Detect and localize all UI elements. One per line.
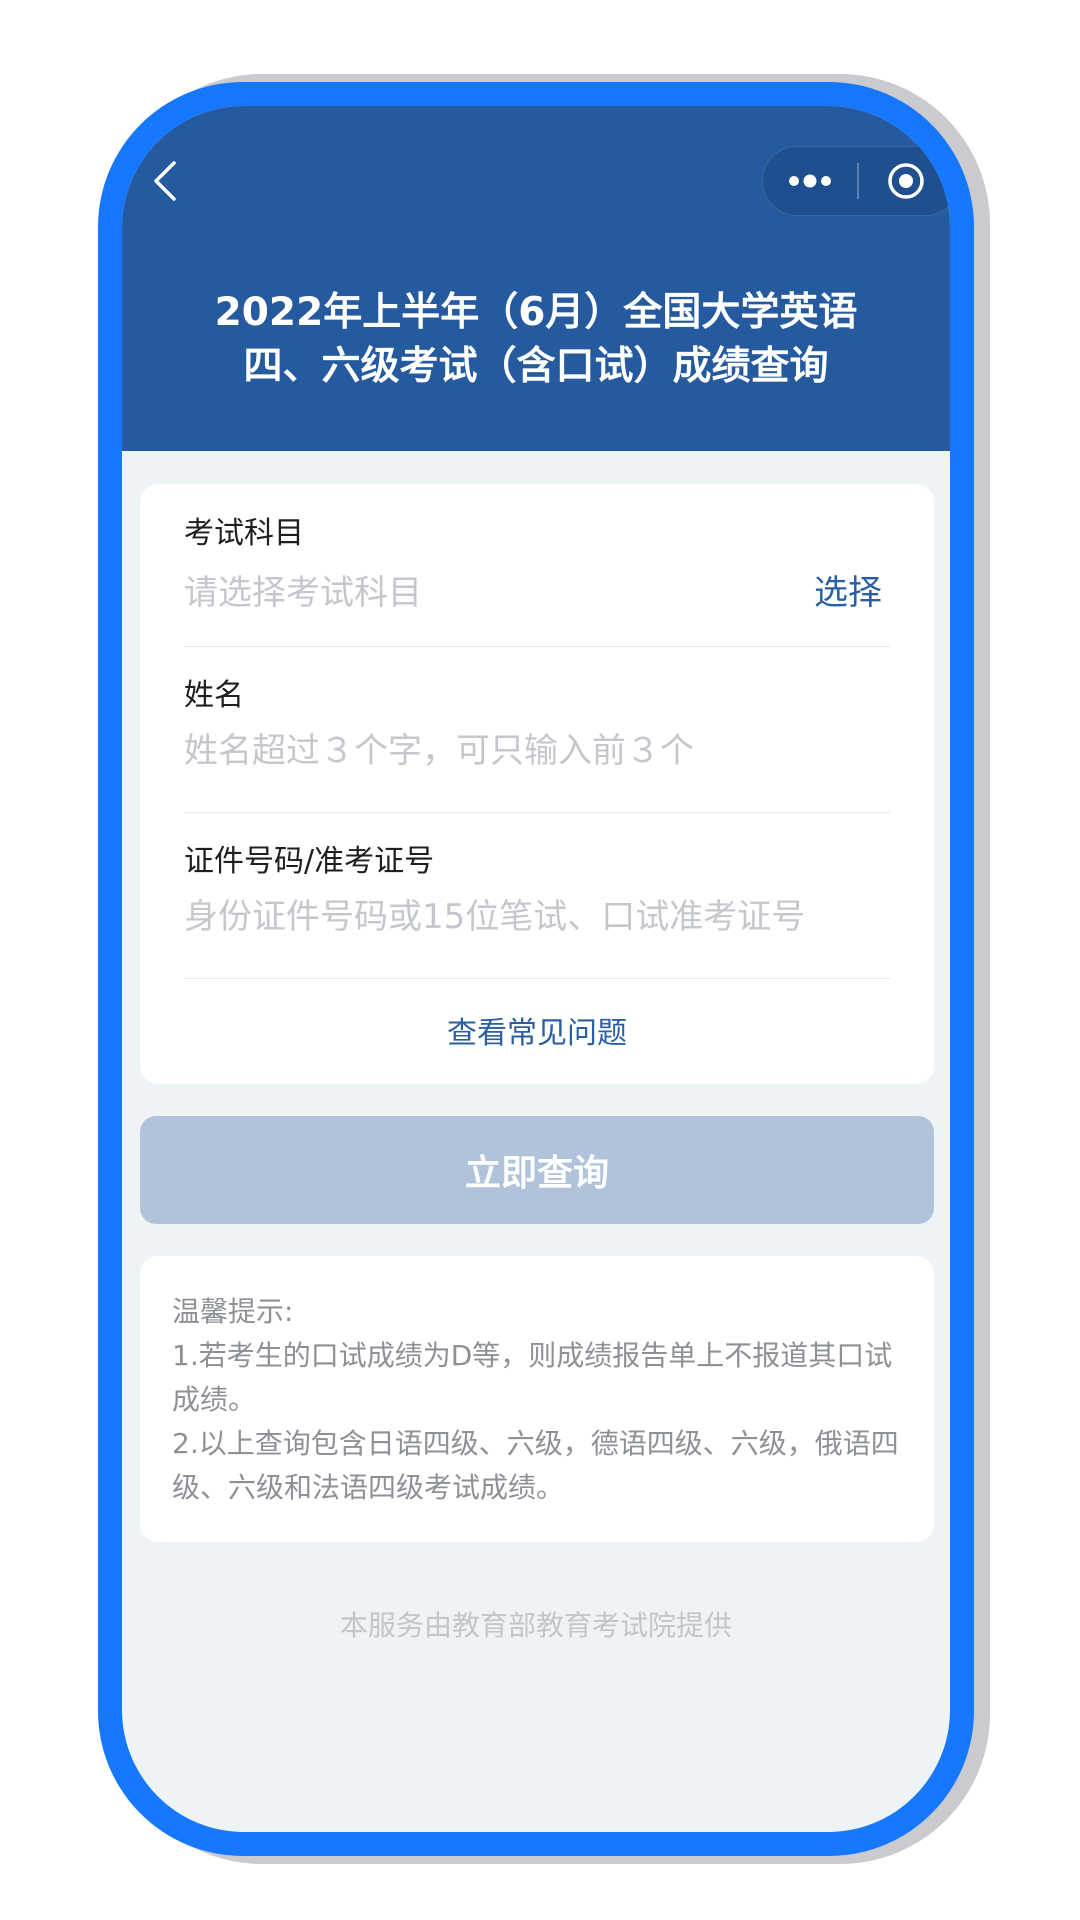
more-button[interactable]: [763, 147, 857, 215]
chevron-left-icon: [154, 161, 176, 201]
divider: [184, 978, 890, 979]
header: 2022年上半年（6月）全国大学英语 四、六级考试（含口试）成绩查询: [122, 106, 950, 451]
subject-select[interactable]: 请选择考试科目 选择: [184, 564, 890, 614]
id-number-field: 证件号码/准考证号: [184, 842, 890, 942]
page-title: 2022年上半年（6月）全国大学英语 四、六级考试（含口试）成绩查询: [142, 286, 930, 394]
divider: [184, 646, 890, 647]
page-title-line2: 四、六级考试（含口试）成绩查询: [243, 344, 829, 389]
mini-program-capsule: [762, 146, 950, 216]
more-dots-icon: [789, 174, 831, 188]
tips-title: 温馨提示:: [172, 1295, 294, 1328]
subject-label: 考试科目: [184, 516, 304, 551]
tips-card: 温馨提示: 1.若考生的口试成绩为D等，则成绩报告单上不报道其口试成绩。 2.以…: [140, 1256, 934, 1542]
app-screen: 2022年上半年（6月）全国大学英语 四、六级考试（含口试）成绩查询 考试科目 …: [122, 106, 950, 1832]
subject-placeholder: 请选择考试科目: [184, 572, 422, 613]
tips-text: 温馨提示: 1.若考生的口试成绩为D等，则成绩报告单上不报道其口试成绩。 2.以…: [172, 1290, 912, 1510]
query-button[interactable]: 立即查询: [140, 1116, 934, 1224]
stage: 2022年上半年（6月）全国大学英语 四、六级考试（含口试）成绩查询 考试科目 …: [0, 0, 1080, 1920]
name-input[interactable]: [184, 726, 890, 776]
subject-field: 考试科目 请选择考试科目 选择: [184, 514, 890, 614]
query-form-card: 考试科目 请选择考试科目 选择 姓名 证件号码/准考证号 查看常见问题: [140, 484, 934, 1084]
tips-line2: 2.以上查询包含日语四级、六级，德语四级、六级，俄语四级、六级和法语四级考试成绩…: [172, 1427, 899, 1504]
target-circle-icon: [888, 163, 924, 199]
name-field: 姓名: [184, 676, 890, 776]
back-button[interactable]: [140, 156, 190, 206]
footer-text: 本服务由教育部教育考试院提供: [339, 1609, 732, 1642]
name-label: 姓名: [184, 678, 244, 713]
subject-select-button[interactable]: 选择: [814, 565, 882, 614]
tips-line1: 1.若考生的口试成绩为D等，则成绩报告单上不报道其口试成绩。: [172, 1339, 893, 1416]
page-title-line1: 2022年上半年（6月）全国大学英语: [214, 290, 858, 335]
faq-link[interactable]: 查看常见问题: [140, 1008, 934, 1052]
divider: [184, 812, 890, 813]
id-number-label: 证件号码/准考证号: [184, 844, 435, 879]
close-mini-program-button[interactable]: [859, 147, 950, 215]
id-number-input[interactable]: [184, 892, 890, 942]
